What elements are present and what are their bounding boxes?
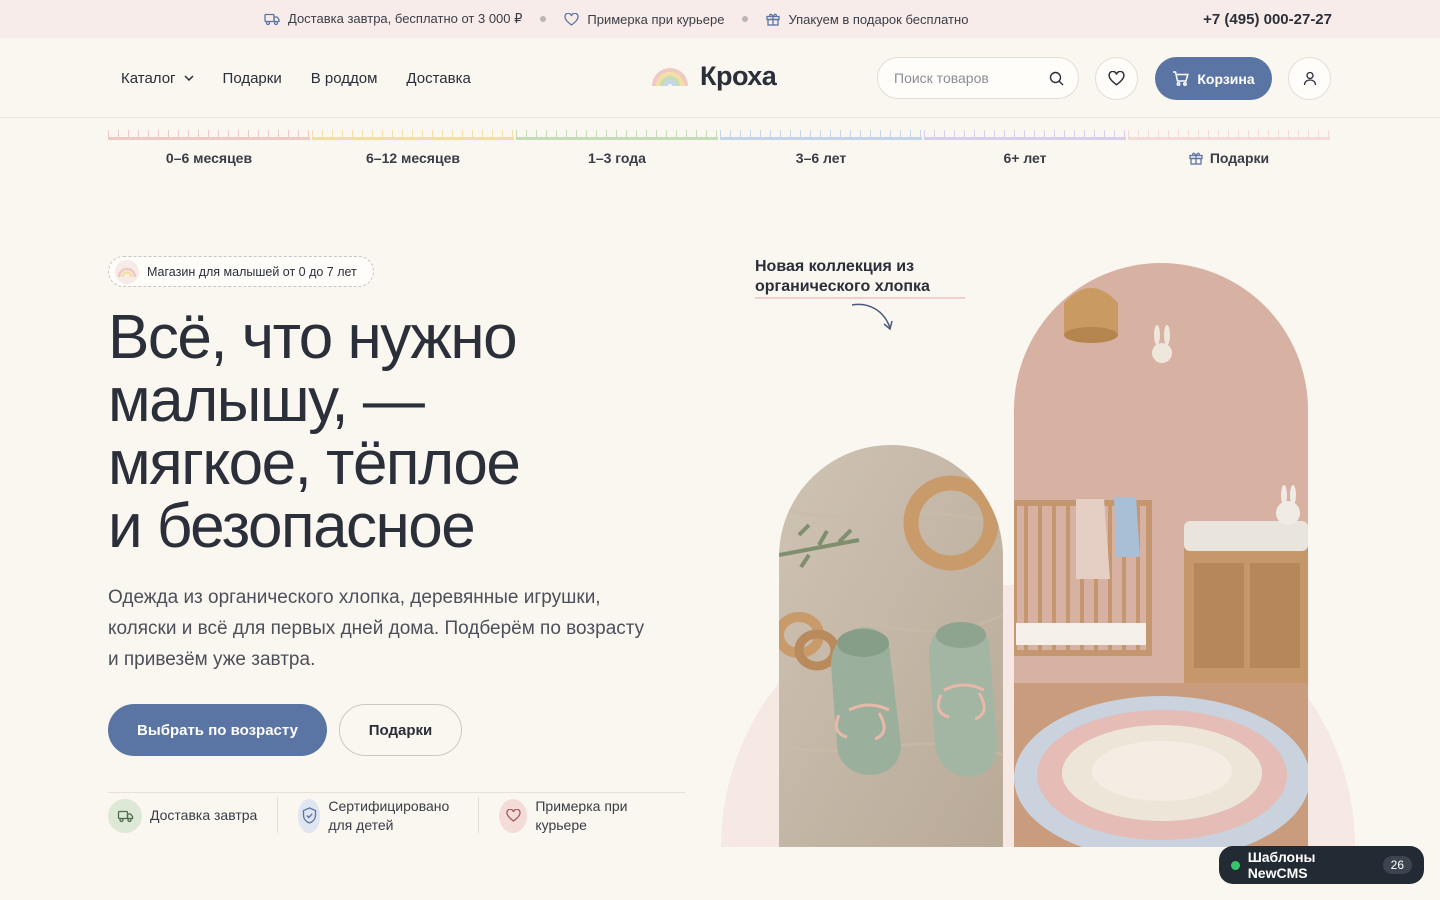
age-label-text: 0–6 месяцев: [165, 150, 253, 166]
feature-certified: Сертифицировано для детей: [298, 793, 458, 836]
search-box[interactable]: [877, 57, 1079, 99]
site-logo[interactable]: Кроха: [652, 61, 777, 92]
age-segment-6plus[interactable]: 6+ лет: [924, 126, 1126, 176]
age-label-text: Подарки: [1209, 150, 1270, 166]
choose-by-age-button[interactable]: Выбрать по возрасту: [108, 704, 327, 756]
feature-divider: [478, 796, 480, 833]
shield-check-icon: [298, 798, 321, 833]
separator-dot: [540, 16, 547, 22]
topbar-gift-text: Упакуем в подарок бесплатно: [788, 11, 969, 27]
nav-item-maternity[interactable]: В роддом: [311, 70, 378, 87]
topbar-item-fitting: Примерка при курьере: [564, 12, 724, 27]
feature-divider: [277, 796, 279, 833]
gifts-button[interactable]: Подарки: [339, 704, 462, 756]
nursery-photo: [1014, 263, 1308, 847]
age-label: 6–12 месяцев: [312, 150, 514, 166]
gift-icon: [1189, 151, 1203, 165]
store-badge-text: Магазин для малышей от 0 до 7 лет: [147, 264, 357, 279]
feature-delivery-text: Доставка завтра: [150, 807, 258, 823]
top-info-items: Доставка завтра, бесплатно от 3 000 ₽ Пр…: [264, 0, 968, 38]
age-label-text: 6–12 месяцев: [366, 150, 460, 166]
rainbow-icon: [115, 259, 139, 284]
top-info-bar: Доставка завтра, бесплатно от 3 000 ₽ Пр…: [0, 0, 1440, 38]
hero-title-line: и безопасное: [108, 492, 476, 561]
nav-maternity-label: В роддом: [310, 69, 378, 87]
search-input[interactable]: [894, 70, 1034, 86]
nav-delivery-label: Доставка: [406, 69, 471, 87]
favorites-button[interactable]: [1095, 57, 1138, 100]
age-bar: [720, 129, 922, 140]
age-bar: [924, 129, 1126, 140]
topbar-delivery-text: Доставка завтра, бесплатно от 3 000 ₽: [288, 11, 523, 26]
site-header: Каталог Подарки В роддом Доставка Кроха: [0, 38, 1440, 118]
age-label-text: 6+ лет: [1003, 150, 1047, 166]
logo-text: Кроха: [700, 61, 777, 91]
age-bar: [1128, 129, 1330, 140]
age-segment-1-3y[interactable]: 1–3 года: [516, 126, 718, 176]
truck-icon: [264, 12, 280, 26]
age-label-text: 1–3 года: [588, 150, 646, 166]
heart-icon: [564, 12, 580, 26]
age-label: 1–3 года: [516, 150, 718, 166]
main-nav: Каталог Подарки В роддом Доставка: [121, 38, 471, 118]
age-segment-0-6m[interactable]: 0–6 месяцев: [108, 126, 310, 176]
hero-title-line: мягкое, тёплое: [108, 429, 521, 498]
truck-icon: [108, 798, 142, 833]
age-label-text: 3–6 лет: [795, 150, 847, 166]
age-bar: [516, 129, 718, 140]
online-status-dot: [1231, 860, 1240, 870]
cart-button[interactable]: Корзина: [1155, 57, 1272, 100]
gift-icon: [766, 12, 781, 26]
age-label: Подарки: [1128, 150, 1330, 166]
widget-label: Шаблоны NewCMS: [1247, 849, 1316, 881]
nav-item-catalog[interactable]: Каталог: [121, 70, 194, 87]
age-label: 0–6 месяцев: [108, 150, 310, 166]
collage-note-text: Новая коллекция из органического хлопка: [755, 257, 965, 299]
age-bar: [312, 129, 514, 140]
templates-widget[interactable]: Шаблоны NewCMS 26: [1219, 846, 1424, 884]
nav-catalog-label: Каталог: [121, 69, 176, 87]
age-segment-6-12m[interactable]: 6–12 месяцев: [312, 126, 514, 176]
widget-count-badge: 26: [1382, 856, 1412, 874]
search-icon[interactable]: [1049, 71, 1064, 86]
age-segment-gifts[interactable]: Подарки: [1128, 126, 1330, 176]
feature-delivery: Доставка завтра: [108, 793, 257, 836]
nav-item-delivery[interactable]: Доставка: [406, 70, 470, 87]
heart-icon: [499, 798, 528, 833]
hero-title-line: Всё, что нужно: [108, 303, 518, 372]
separator-dot: [742, 16, 749, 22]
nav-item-gifts[interactable]: Подарки: [223, 70, 282, 87]
cart-icon: [1172, 71, 1190, 86]
user-icon: [1303, 71, 1317, 86]
hero-subtitle: Одежда из органического хлопка, деревянн…: [108, 587, 645, 670]
cart-label: Корзина: [1197, 70, 1255, 87]
topbar-fitting-text: Примерка при курьере: [587, 11, 725, 27]
hero-title-line: малышу, —: [108, 366, 425, 435]
chevron-down-icon: [184, 75, 194, 81]
collage-note: Новая коллекция из органического хлопка: [755, 257, 965, 299]
store-badge: Магазин для малышей от 0 до 7 лет: [108, 256, 374, 287]
age-label: 6+ лет: [924, 150, 1126, 166]
phone-link[interactable]: +7 (495) 000-27-27: [1203, 0, 1332, 38]
hero-title: Всё, что нужно малышу, — мягкое, тёплое …: [108, 306, 668, 558]
age-segment-3-6y[interactable]: 3–6 лет: [720, 126, 922, 176]
hero-features: Доставка завтра Сертифицировано для дете…: [108, 792, 685, 836]
age-label: 3–6 лет: [720, 150, 922, 166]
rainbow-logo-icon: [652, 67, 688, 86]
account-button[interactable]: [1288, 57, 1331, 100]
booties-photo: [779, 445, 1003, 847]
curved-arrow-icon: [848, 300, 896, 334]
age-bar: [108, 129, 310, 140]
feature-fitting: Примерка при курьере: [499, 793, 645, 836]
nav-gifts-label: Подарки: [222, 69, 282, 87]
feature-certified-text: Сертифицировано для детей: [328, 797, 450, 833]
feature-fitting-text: Примерка при курьере: [535, 797, 628, 833]
topbar-item-delivery: Доставка завтра, бесплатно от 3 000 ₽: [264, 11, 522, 27]
heart-icon: [1108, 71, 1125, 86]
topbar-item-gift: Упакуем в подарок бесплатно: [766, 12, 968, 27]
age-ruler: 0–6 месяцев 6–12 месяцев 1–3 года 3–6 ле…: [108, 126, 1332, 186]
